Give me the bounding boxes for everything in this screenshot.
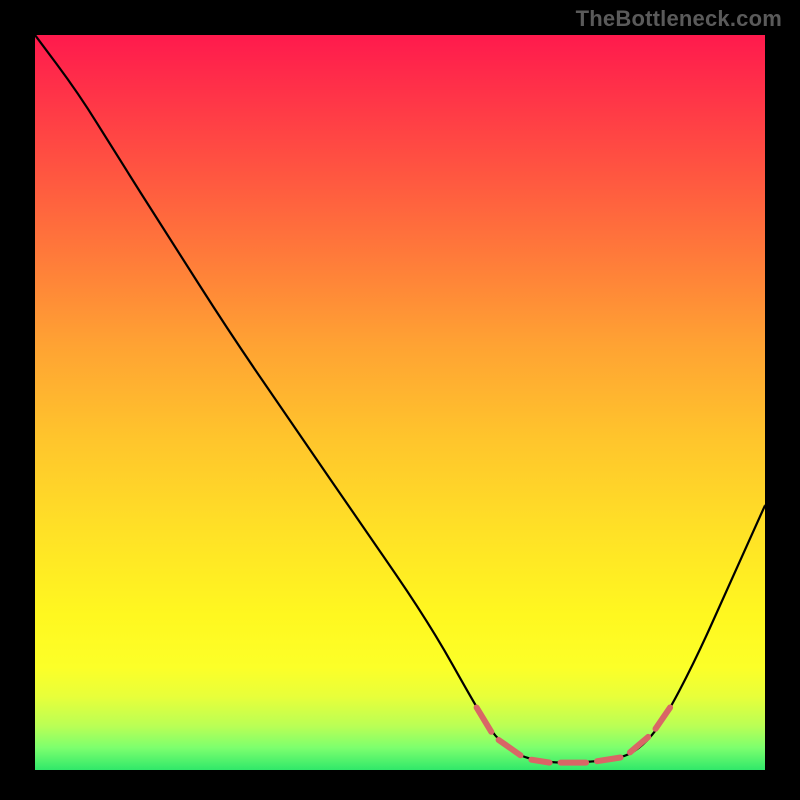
highlight-dash xyxy=(499,740,521,755)
highlight-dash xyxy=(477,708,492,732)
chart-svg xyxy=(35,35,765,770)
highlight-dash xyxy=(597,758,620,762)
highlight-dash xyxy=(531,760,549,763)
highlight-dash xyxy=(656,708,671,729)
chart-plot-area xyxy=(35,35,765,770)
optimal-range-highlight xyxy=(477,708,670,763)
bottleneck-curve xyxy=(35,35,765,763)
watermark-text: TheBottleneck.com xyxy=(576,6,782,32)
highlight-dash xyxy=(630,737,648,753)
